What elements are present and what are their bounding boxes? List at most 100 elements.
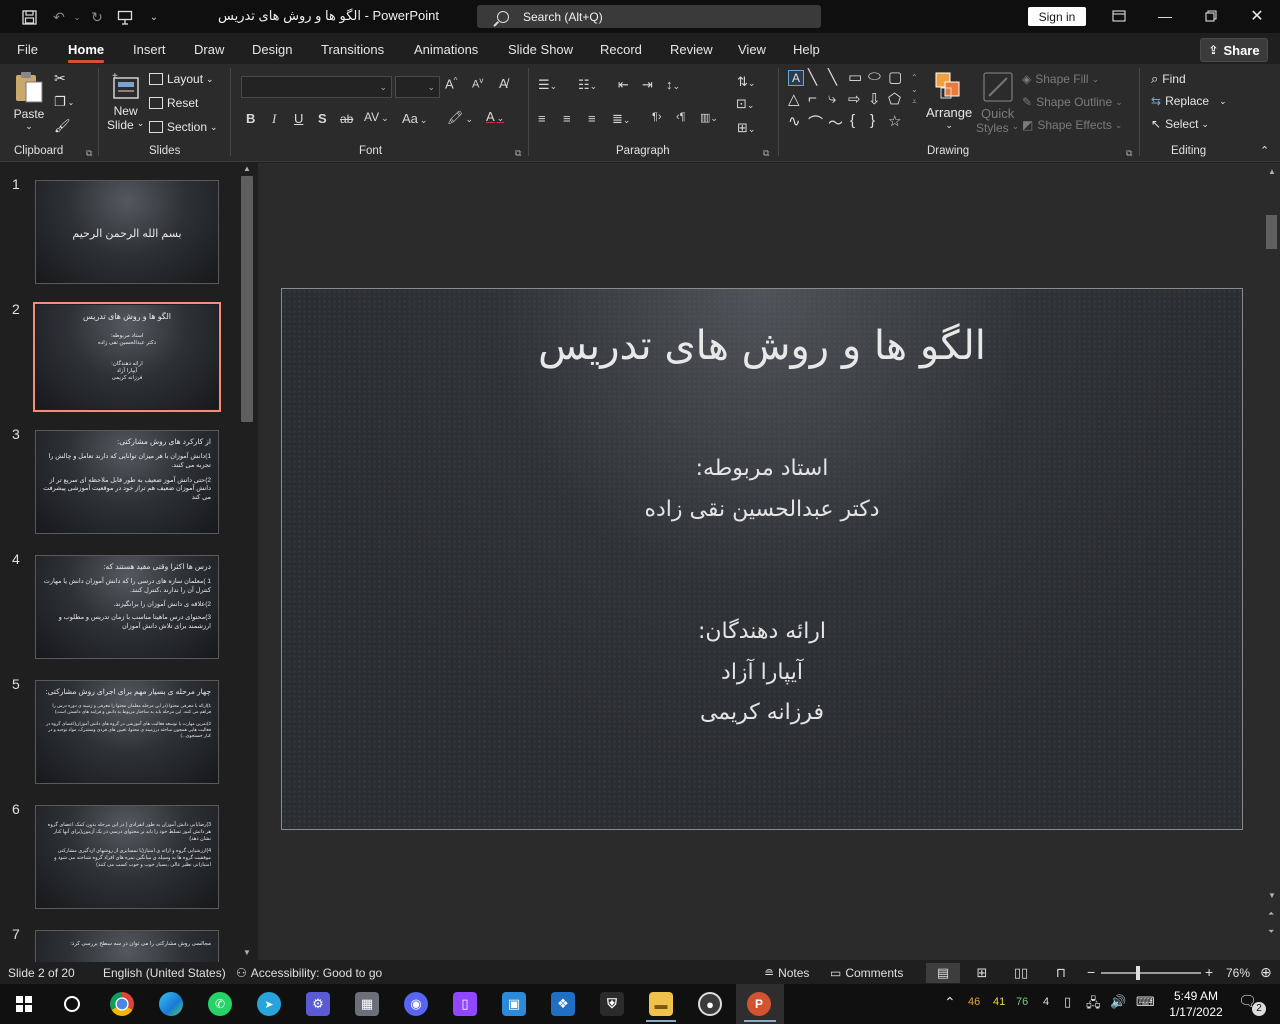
font-launcher-icon[interactable]: ⧉ — [515, 148, 521, 159]
select-button[interactable]: ↖ Select ⌄ — [1151, 117, 1209, 131]
zoom-slider-handle[interactable] — [1136, 966, 1140, 980]
freeform-shape-icon[interactable]: ⬠ — [888, 90, 901, 108]
current-slide[interactable]: الگو ها و روش های تدریس استاد مربوطه: دک… — [281, 288, 1243, 830]
text-direction-icon[interactable]: ⇅⌄ — [737, 74, 755, 90]
control-panel-icon[interactable]: ▣ — [502, 992, 526, 1016]
align-right-icon[interactable]: ≡ — [588, 111, 596, 126]
slide-thumbnail-6[interactable]: 3)رضایابی دانش آموزان به طور انفرادی ( د… — [35, 805, 219, 909]
elbow-shape-icon[interactable]: ⤷ — [828, 90, 836, 107]
align-left-icon[interactable]: ≡ — [538, 111, 546, 126]
tab-home[interactable]: Home — [68, 42, 105, 63]
sign-in-button[interactable]: Sign in — [1028, 7, 1086, 26]
numbering-icon[interactable]: ☷⌄ — [578, 77, 597, 93]
tab-file[interactable]: File — [17, 42, 38, 57]
presenters-label[interactable]: ارائه دهندگان: — [282, 619, 1242, 644]
edge-icon[interactable] — [159, 992, 183, 1016]
tab-slide-show[interactable]: Slide Show — [508, 42, 573, 57]
scroll-up-icon[interactable]: ▲ — [243, 164, 251, 173]
slide-thumbnail-7[interactable]: مجالسی روش مشارکتی را می توان در سه سطح … — [35, 930, 219, 962]
bold-button[interactable]: B — [246, 111, 255, 126]
slide-thumbnail-1[interactable]: بسم الله الرحمن الرحیم — [35, 180, 219, 284]
align-text-icon[interactable]: ⊡⌄ — [736, 96, 754, 112]
redo-icon[interactable]: ↻ — [86, 6, 108, 28]
undo-dropdown-icon[interactable]: ⌄ — [70, 6, 84, 28]
cut-icon[interactable]: ✂ — [54, 70, 66, 87]
language-indicator[interactable]: English (United States) — [103, 966, 226, 980]
clipboard-launcher-icon[interactable]: ⧉ — [86, 148, 92, 159]
tab-view[interactable]: View — [738, 42, 766, 57]
chrome-icon[interactable] — [110, 992, 134, 1016]
highlight-color-icon[interactable]: 🖍 ⌄ — [447, 110, 473, 126]
notes-button[interactable]: ≘ Notes — [764, 966, 809, 980]
decrease-font-size-icon[interactable]: Av — [472, 76, 483, 91]
zoom-in-button[interactable]: + — [1205, 964, 1213, 980]
tablet-icon[interactable]: ▯ — [1064, 994, 1071, 1010]
paste-button[interactable]: Paste ⌄ — [13, 70, 45, 132]
underline-button[interactable]: U — [294, 111, 303, 126]
minimize-icon[interactable]: — — [1150, 4, 1180, 28]
triangle-shape-icon[interactable]: △ — [788, 90, 800, 108]
change-case-button[interactable]: Aa ⌄ — [402, 111, 427, 126]
font-color-icon[interactable]: A ⌄ — [486, 109, 504, 124]
network-icon[interactable]: 🖧 — [1086, 994, 1101, 1016]
tab-review[interactable]: Review — [670, 42, 713, 57]
format-painter-icon[interactable]: 🖌 — [54, 118, 71, 134]
file-explorer-icon[interactable]: ▬ — [649, 992, 673, 1016]
windows-start-icon[interactable] — [12, 992, 36, 1016]
tab-transitions[interactable]: Transitions — [321, 42, 384, 57]
tab-animations[interactable]: Animations — [414, 42, 478, 57]
textbox-shape-icon[interactable]: A — [788, 70, 804, 86]
shape-outline-button[interactable]: ✎ Shape Outline ⌄ — [1022, 95, 1123, 109]
present-icon[interactable] — [114, 6, 136, 28]
clear-formatting-icon[interactable]: A̸ — [499, 76, 508, 91]
character-spacing-button[interactable]: AV ⌄ — [364, 110, 389, 124]
slide-thumbnail-3[interactable]: از کارکرد های روش مشارکتی: 1)دانش آموزان… — [35, 430, 219, 534]
slide-sorter-icon[interactable]: ⊞ — [965, 963, 999, 983]
ribbon-display-options-icon[interactable] — [1104, 4, 1134, 28]
wave-shape-icon[interactable]: 〜 — [828, 112, 843, 133]
zoom-out-button[interactable]: − — [1087, 964, 1095, 980]
normal-view-icon[interactable]: ▤ — [926, 963, 960, 983]
line2-shape-icon[interactable]: ╲ — [828, 68, 837, 86]
slide-thumbnail-5[interactable]: چهار مرحله ی بسیار مهم برای اجرای روش مش… — [35, 680, 219, 784]
section-button[interactable]: Section ⌄ — [149, 120, 218, 134]
security-icon[interactable]: ⛨ — [600, 992, 624, 1016]
volume-icon[interactable]: 🔊 — [1110, 994, 1126, 1010]
font-name-combo[interactable]: ⌄ — [241, 76, 392, 98]
right-arrow-shape-icon[interactable]: ⇨ — [848, 90, 861, 108]
font-size-combo[interactable]: ⌄ — [395, 76, 440, 98]
rtl-icon[interactable]: ‹¶ — [676, 111, 686, 123]
show-hidden-icons[interactable]: ⌃ — [944, 994, 956, 1011]
share-button[interactable]: ⇪ Share — [1200, 38, 1268, 62]
accessibility-button[interactable]: ⚇ Accessibility: Good to go — [236, 966, 382, 980]
tab-record[interactable]: Record — [600, 42, 642, 57]
star-shape-icon[interactable]: ☆ — [888, 112, 901, 130]
close-icon[interactable]: ✕ — [1242, 4, 1272, 28]
line-spacing-icon[interactable]: ↕⌄ — [666, 77, 680, 92]
zoom-slider[interactable] — [1101, 972, 1201, 974]
oval-shape-icon[interactable]: ⬭ — [868, 68, 881, 85]
justify-icon[interactable]: ≣⌄ — [612, 111, 630, 127]
scrollbar-thumb[interactable] — [1266, 215, 1277, 249]
columns-icon[interactable]: ▥⌄ — [700, 111, 718, 124]
scroll-down-icon[interactable]: ▼ — [243, 948, 251, 957]
slide-scrollbar[interactable]: ▲ ▼ ⏶ ⏷ — [1264, 163, 1280, 960]
replace-button[interactable]: ⇆ Replace ⌄ — [1151, 94, 1227, 108]
decrease-indent-icon[interactable]: ⇤ — [618, 77, 629, 93]
comments-button[interactable]: ▭ Comments — [830, 966, 903, 980]
connector-shape-icon[interactable]: ⌐ — [808, 90, 817, 107]
telegram-icon[interactable]: ➤ — [257, 992, 281, 1016]
cortana-icon[interactable] — [60, 992, 84, 1016]
photos-app-icon[interactable]: ▦ — [355, 992, 379, 1016]
presenter-1[interactable]: آیپارا آزاد — [282, 660, 1242, 685]
shapes-gallery-scroll[interactable]: ⌃ ⌄ ⩡ — [911, 72, 918, 108]
shape-effects-button[interactable]: ◩ Shape Effects ⌄ — [1022, 118, 1122, 132]
right-brace-shape-icon[interactable]: } — [870, 112, 875, 129]
align-center-icon[interactable]: ≡ — [563, 111, 571, 126]
find-button[interactable]: ⌕ Find — [1151, 71, 1186, 87]
restore-icon[interactable] — [1196, 4, 1226, 28]
convert-smartart-icon[interactable]: ⊞⌄ — [737, 120, 755, 136]
tab-help[interactable]: Help — [793, 42, 820, 57]
tab-draw[interactable]: Draw — [194, 42, 224, 57]
down-arrow-shape-icon[interactable]: ⇩ — [868, 90, 881, 108]
